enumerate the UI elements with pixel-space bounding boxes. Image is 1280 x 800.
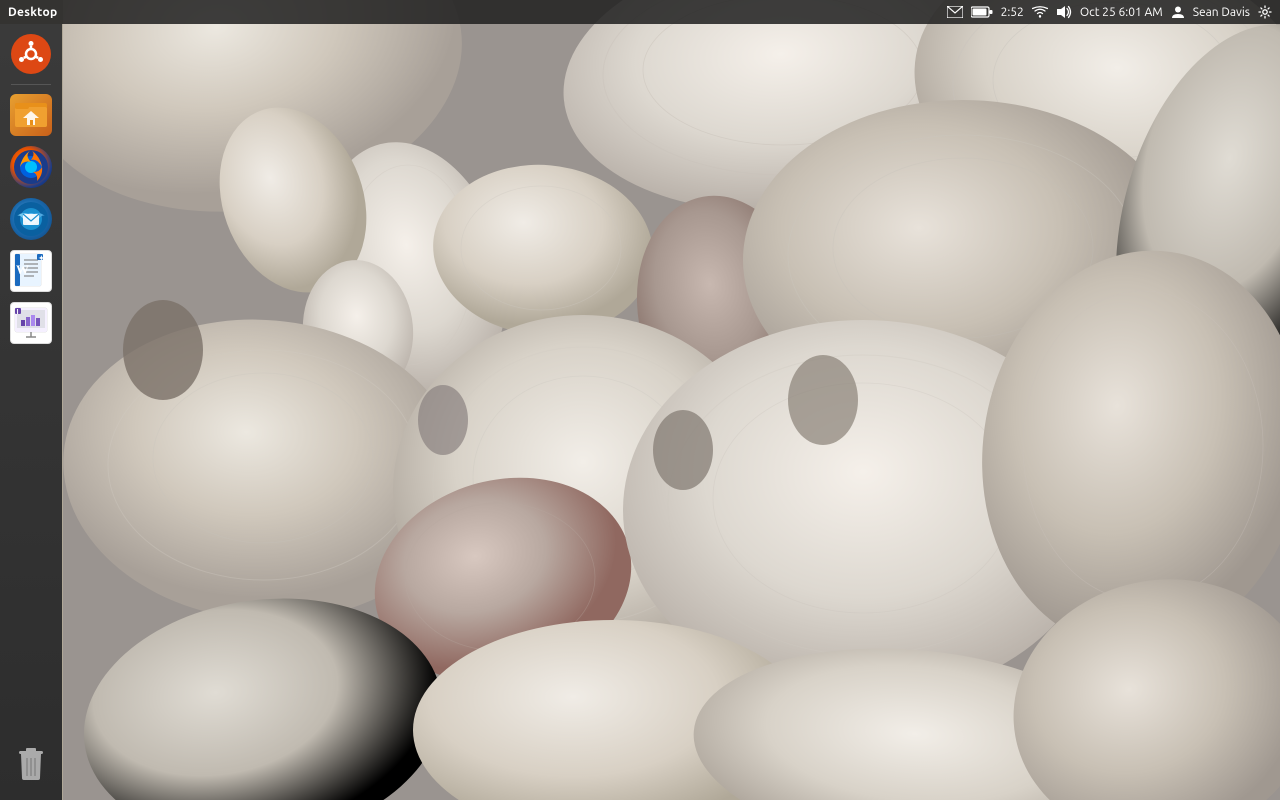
battery-icon <box>971 6 993 18</box>
sidebar-item-ubuntu[interactable] <box>7 30 55 78</box>
top-panel: Desktop 2:52 <box>0 0 1280 24</box>
sidebar-divider-1 <box>11 84 51 85</box>
user-icon[interactable] <box>1171 5 1185 19</box>
wallpaper <box>63 0 1280 800</box>
sidebar-item-trash[interactable] <box>7 740 55 788</box>
mail-icon[interactable] <box>947 6 963 18</box>
sidebar-item-firefox[interactable] <box>7 143 55 191</box>
panel-right: 2:52 Oct 25 6:01 AM <box>947 5 1280 19</box>
sidebar: W ✦ <box>0 24 62 800</box>
datetime-text[interactable]: Oct 25 6:01 AM <box>1080 6 1163 19</box>
svg-text:I: I <box>17 308 19 316</box>
battery-text: 2:52 <box>1001 6 1024 19</box>
panel-title: Desktop <box>8 6 57 19</box>
sidebar-item-files[interactable] <box>7 91 55 139</box>
volume-icon[interactable] <box>1056 5 1072 19</box>
svg-text:W: W <box>16 262 29 277</box>
sidebar-item-impress[interactable]: I <box>7 299 55 347</box>
sidebar-item-thunderbird[interactable] <box>7 195 55 243</box>
desktop: Desktop 2:52 <box>0 0 1280 800</box>
sidebar-item-writer[interactable]: W ✦ <box>7 247 55 295</box>
username-text[interactable]: Sean Davis <box>1193 6 1250 19</box>
gear-icon[interactable] <box>1258 5 1272 19</box>
wifi-icon[interactable] <box>1032 6 1048 18</box>
svg-text:✦: ✦ <box>39 255 45 263</box>
panel-left: Desktop <box>0 6 57 19</box>
